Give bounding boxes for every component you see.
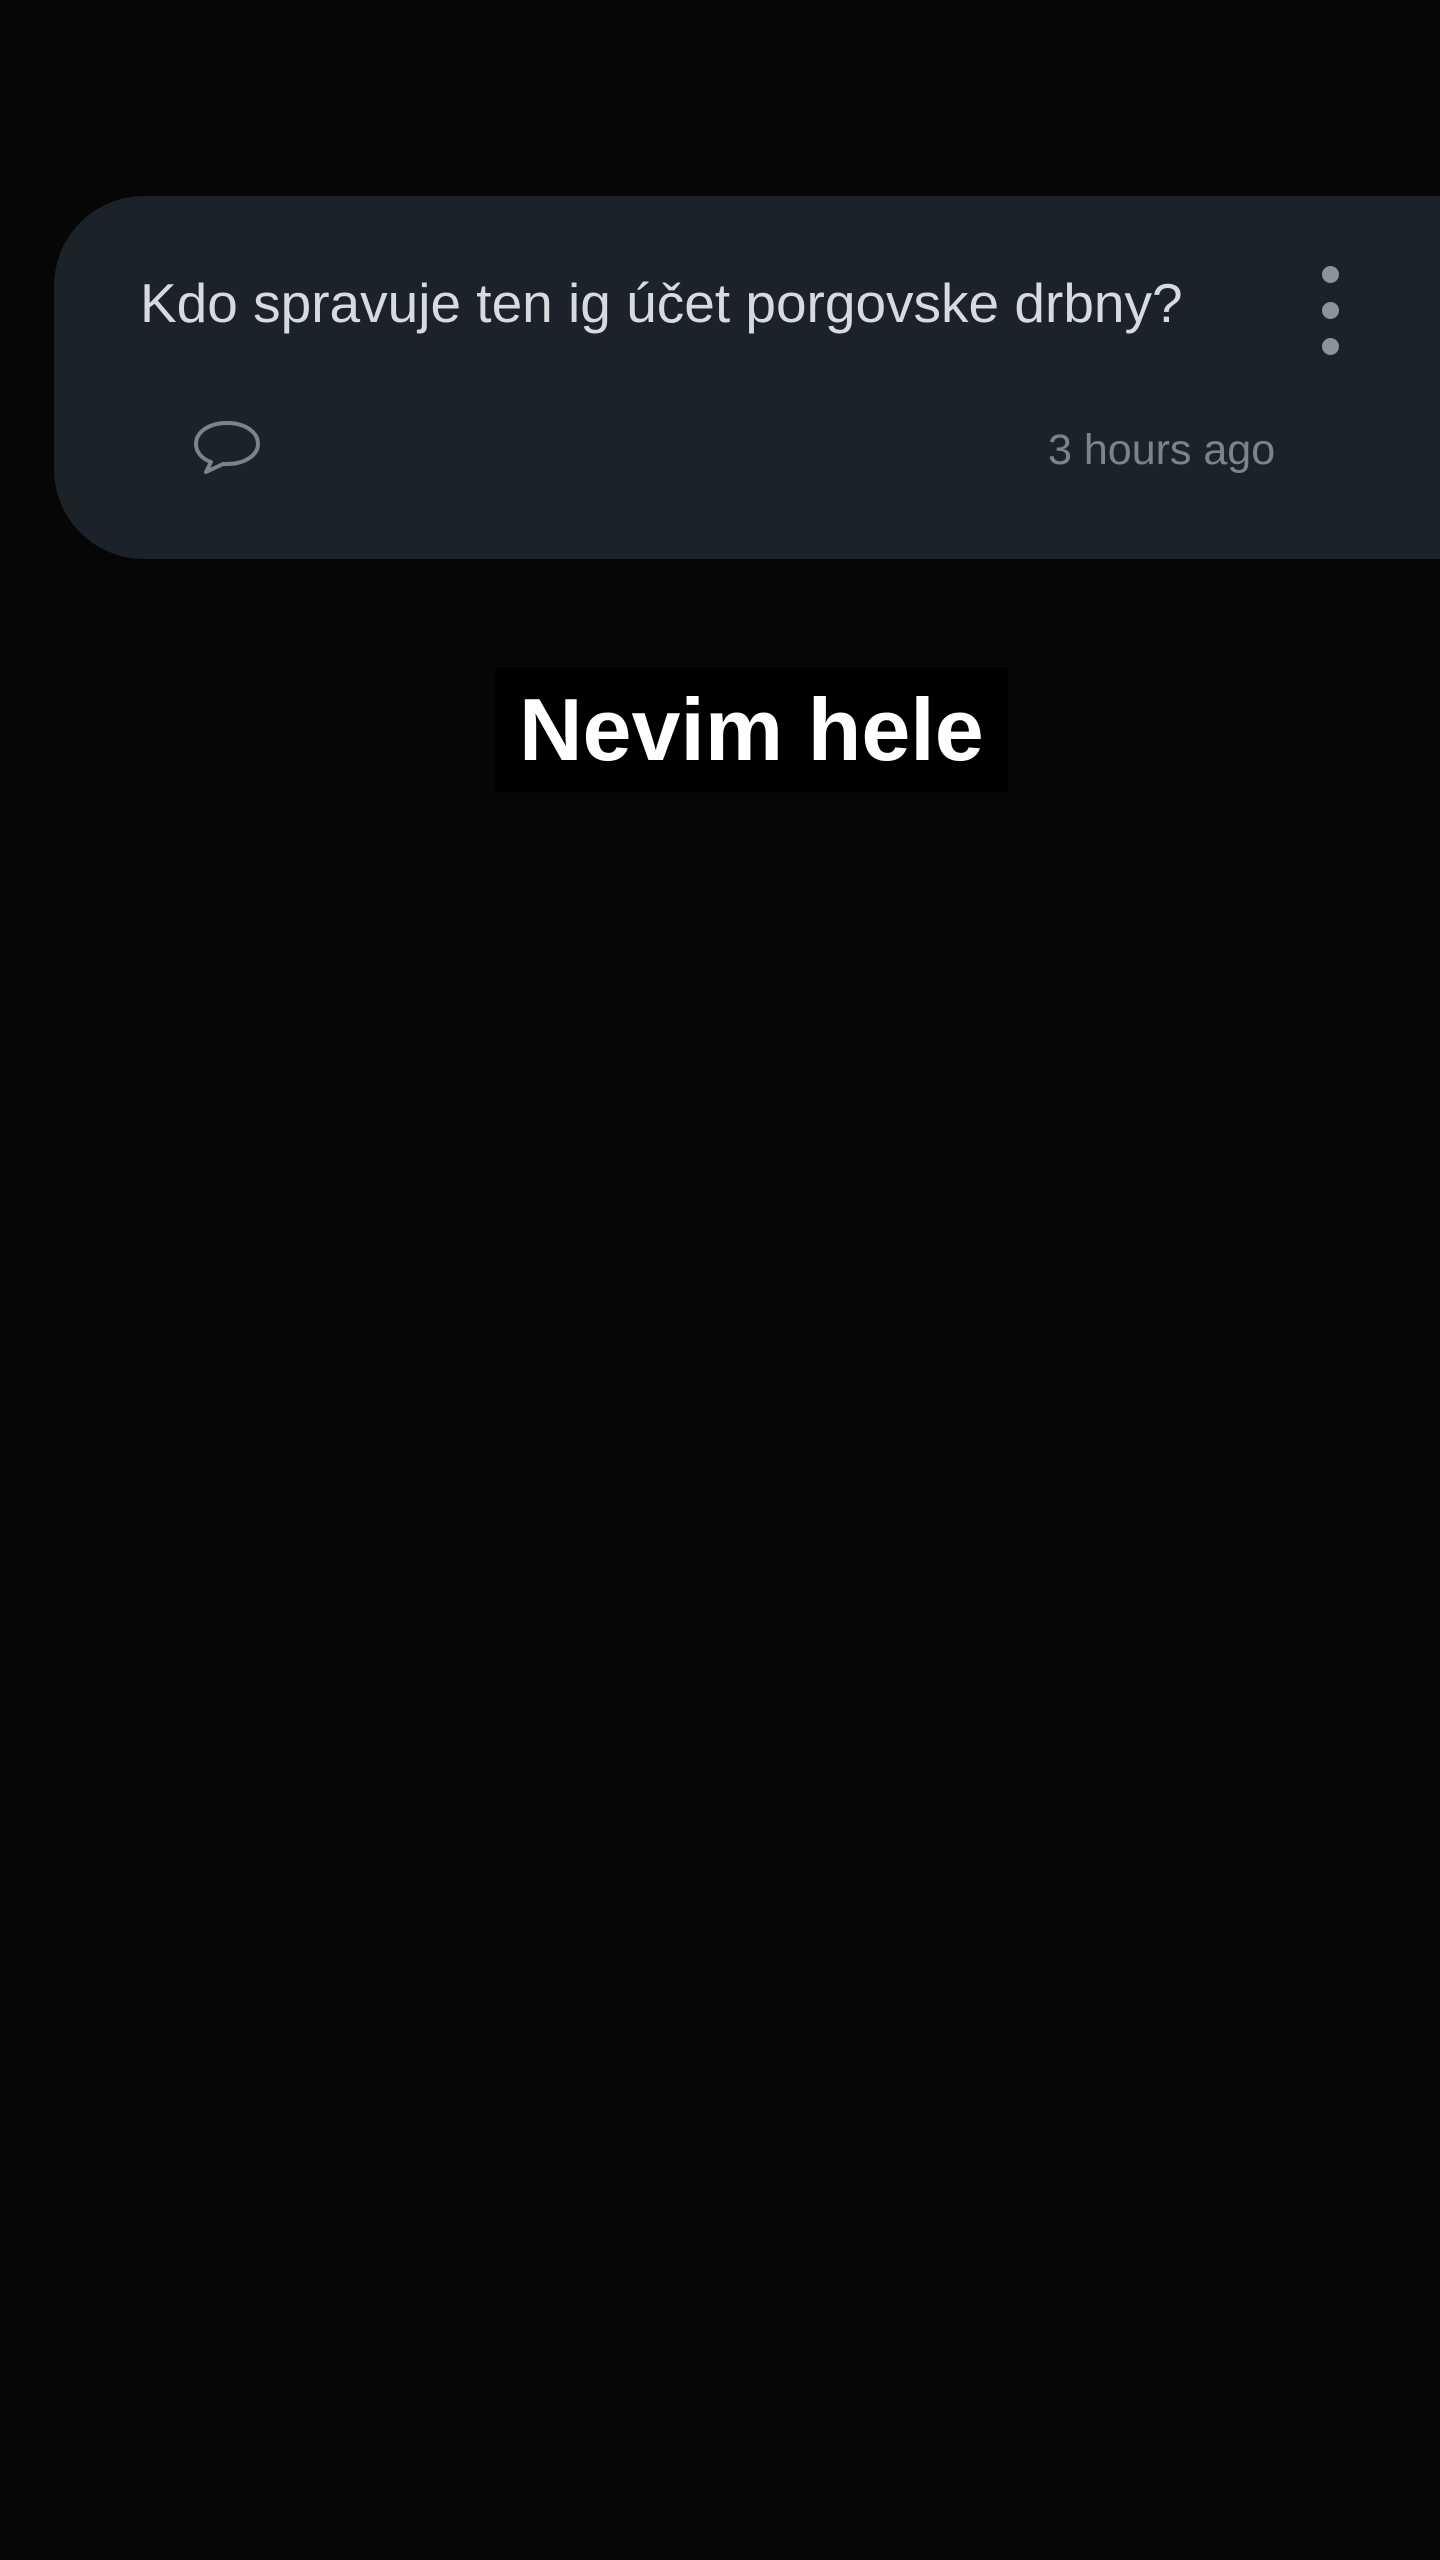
story-screen: Kdo spravuje ten ig účet porgovske drbny… <box>0 0 1440 2560</box>
question-text: Kdo spravuje ten ig účet porgovske drbny… <box>140 272 1183 334</box>
story-caption: Nevim hele <box>495 668 1008 792</box>
comment-button[interactable] <box>192 416 262 476</box>
comment-bubble-icon <box>194 421 260 474</box>
post-timestamp: 3 hours ago <box>1048 426 1276 474</box>
question-card[interactable]: Kdo spravuje ten ig účet porgovske drbny… <box>54 196 1440 559</box>
more-vertical-icon-dot <box>1322 266 1339 283</box>
more-options-button[interactable] <box>1306 266 1356 356</box>
more-vertical-icon-dot <box>1322 338 1339 355</box>
more-vertical-icon-dot <box>1322 302 1339 319</box>
